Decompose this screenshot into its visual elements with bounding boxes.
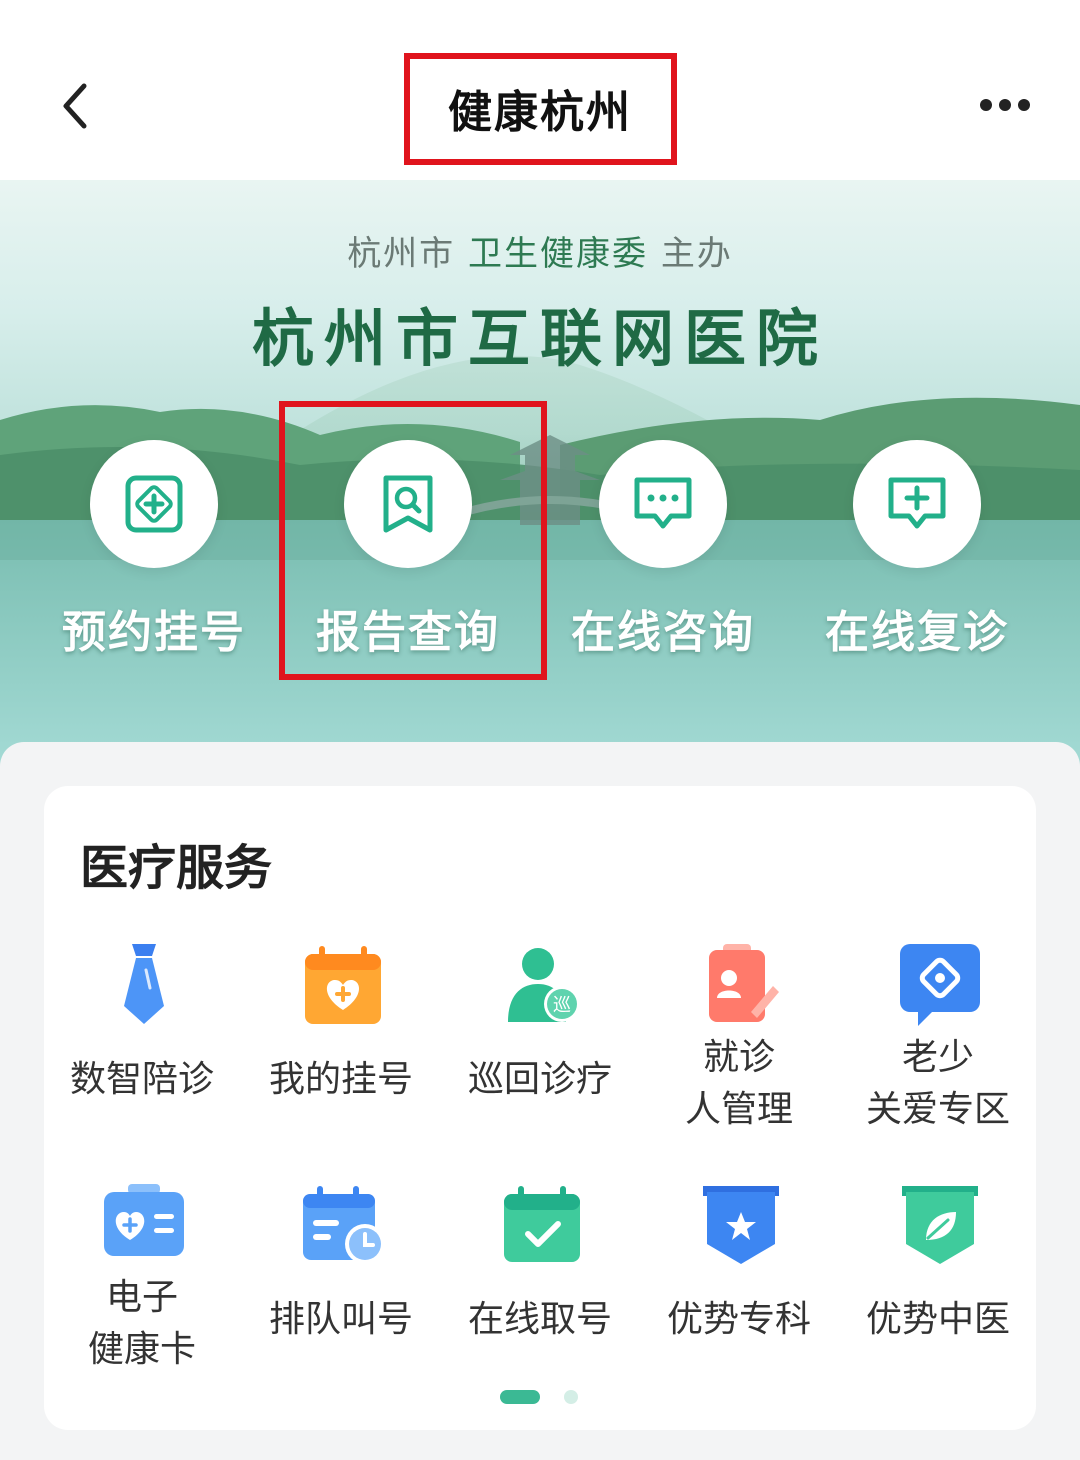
service-label-line: 关爱专区 (865, 1089, 1010, 1130)
quick-action-revisit[interactable]: 在线复诊 (807, 440, 1027, 660)
service-label-line: 就诊 (702, 1037, 775, 1078)
more-button[interactable] (970, 88, 1040, 122)
quick-action-circle (853, 440, 981, 568)
quick-action-label: 在线咨询 (571, 607, 755, 658)
service-label: 在线取号 (467, 1299, 612, 1340)
sponsor-suffix: 主办 (660, 234, 733, 274)
service-label-line: 健康卡 (87, 1329, 196, 1370)
service-label-line: 电子 (105, 1277, 178, 1318)
health-card-icon (104, 1184, 184, 1256)
page-indicator-active[interactable] (500, 1390, 540, 1404)
chat-plus-icon (888, 477, 946, 529)
service-label: 就诊 人管理 (639, 1032, 839, 1136)
sponsor-org: 卫生健康委 (468, 234, 648, 274)
section-title: 医疗服务 (80, 840, 273, 896)
quick-action-label: 在线复诊 (825, 607, 1009, 658)
quick-action-circle (599, 440, 727, 568)
quick-action-label: 预约挂号 (62, 607, 246, 658)
title-highlight-box (404, 53, 677, 165)
service-smart-escort[interactable]: 数智陪诊 (52, 942, 232, 1162)
page-indicator-inactive[interactable] (564, 1390, 578, 1404)
service-label: 巡回诊疗 (467, 1059, 612, 1100)
service-patient-management[interactable]: 就诊 人管理 (649, 942, 829, 1162)
quick-action-circle (90, 440, 218, 568)
service-e-health-card[interactable]: 电子 健康卡 (52, 1182, 232, 1402)
calendar-plus-icon (305, 946, 381, 1024)
service-label: 老少 关爱专区 (838, 1032, 1038, 1136)
service-mobile-clinic[interactable]: 巡 巡回诊疗 (450, 942, 630, 1162)
service-label-line: 人管理 (684, 1089, 793, 1130)
necktie-icon (124, 944, 164, 1024)
care-bubble-icon (900, 944, 980, 1026)
report-highlight-box (279, 401, 547, 680)
more-horizontal-icon (980, 99, 1030, 111)
doctor-patrol-icon: 巡 (508, 948, 580, 1022)
sponsor-city: 杭州市 (347, 234, 456, 274)
service-label: 数智陪诊 (69, 1059, 214, 1100)
sponsor-line: 杭州市 卫生健康委 主办 (0, 226, 1080, 275)
service-label-line: 老少 (901, 1037, 974, 1078)
quick-action-appointment[interactable]: 预约挂号 (44, 440, 264, 660)
quick-action-consult[interactable]: 在线咨询 (553, 440, 773, 660)
service-online-ticket[interactable]: 在线取号 (450, 1182, 630, 1402)
service-label: 优势中医 (865, 1299, 1010, 1340)
leaf-badge-icon (902, 1186, 978, 1264)
service-my-appointments[interactable]: 我的挂号 (251, 942, 431, 1162)
hospital-name: 杭州市互联网医院 (251, 302, 828, 375)
appointment-plus-icon (125, 475, 183, 533)
queue-calendar-icon (303, 1186, 385, 1264)
star-badge-icon (703, 1186, 779, 1264)
calendar-check-icon (504, 1186, 580, 1262)
service-label: 我的挂号 (268, 1059, 413, 1100)
service-featured-specialty[interactable]: 优势专科 (649, 1182, 829, 1402)
patient-file-icon (709, 944, 779, 1022)
service-elderly-child-care[interactable]: 老少 关爱专区 (848, 942, 1028, 1162)
service-label: 排队叫号 (268, 1299, 413, 1340)
service-featured-tcm[interactable]: 优势中医 (848, 1182, 1028, 1402)
service-label: 电子 健康卡 (42, 1272, 242, 1376)
service-label: 优势专科 (666, 1299, 811, 1340)
service-queue-calling[interactable]: 排队叫号 (251, 1182, 431, 1402)
chat-bubble-icon (634, 477, 692, 529)
svg-text:巡: 巡 (553, 995, 571, 1016)
